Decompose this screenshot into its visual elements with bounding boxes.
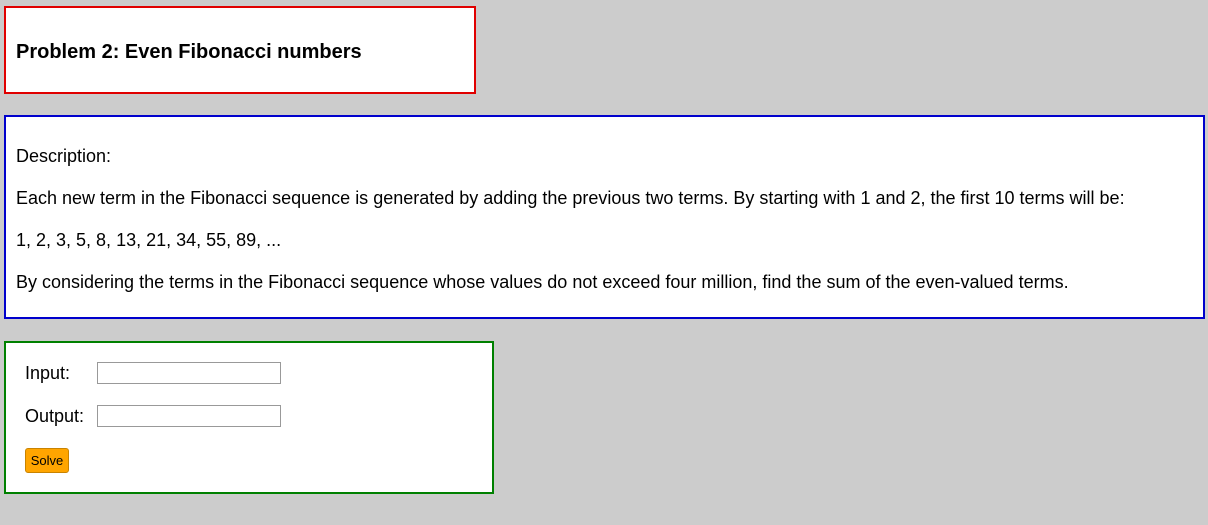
page-title: Problem 2: Even Fibonacci numbers bbox=[16, 41, 362, 63]
solve-button[interactable]: Solve bbox=[25, 448, 69, 473]
description-paragraph-3: By considering the terms in the Fibonacc… bbox=[16, 272, 1069, 292]
description-panel: Description: Each new term in the Fibona… bbox=[4, 115, 1205, 319]
input-field[interactable] bbox=[97, 362, 281, 384]
description-paragraph-1: Each new term in the Fibonacci sequence … bbox=[16, 188, 1125, 208]
description-heading: Description: bbox=[16, 146, 112, 166]
output-label: Output: bbox=[25, 406, 85, 426]
output-field[interactable] bbox=[97, 405, 281, 427]
input-label: Input: bbox=[25, 363, 71, 383]
io-panel: Input: Output: Solve bbox=[4, 341, 494, 494]
problem-title-panel: Problem 2: Even Fibonacci numbers bbox=[4, 6, 476, 94]
description-sequence: 1, 2, 3, 5, 8, 13, 21, 34, 55, 89, ... bbox=[16, 230, 282, 250]
